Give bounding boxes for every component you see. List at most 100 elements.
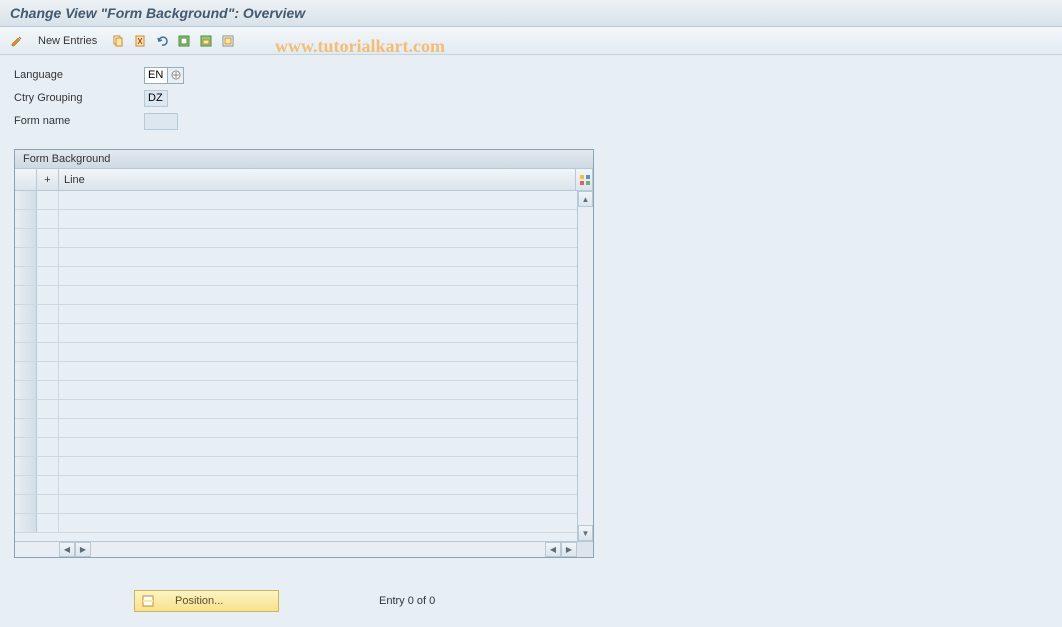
table-row[interactable]	[15, 438, 577, 457]
cell-plus[interactable]	[37, 495, 59, 513]
cell-line[interactable]	[59, 457, 577, 475]
cell-line[interactable]	[59, 191, 577, 209]
row-selector[interactable]	[15, 438, 37, 456]
cell-plus[interactable]	[37, 267, 59, 285]
scroll-left-icon[interactable]: ◀	[59, 542, 75, 557]
cell-plus[interactable]	[37, 400, 59, 418]
ctry-grouping-input	[144, 90, 168, 107]
cell-plus[interactable]	[37, 457, 59, 475]
table-row[interactable]	[15, 514, 577, 533]
cell-line[interactable]	[59, 362, 577, 380]
cell-line[interactable]	[59, 343, 577, 361]
scroll-up-icon[interactable]: ▲	[578, 191, 593, 207]
cell-line[interactable]	[59, 305, 577, 323]
cell-plus[interactable]	[37, 324, 59, 342]
delete-icon[interactable]	[131, 32, 149, 50]
row-selector[interactable]	[15, 324, 37, 342]
table-row[interactable]	[15, 476, 577, 495]
watermark-text: www.tutorialkart.com	[275, 36, 445, 57]
cell-line[interactable]	[59, 514, 577, 532]
table-row[interactable]	[15, 286, 577, 305]
row-selector[interactable]	[15, 381, 37, 399]
table-row[interactable]	[15, 362, 577, 381]
table-row[interactable]	[15, 343, 577, 362]
table-row[interactable]	[15, 229, 577, 248]
language-input[interactable]	[144, 67, 168, 84]
scroll-right-icon[interactable]: ▶	[561, 542, 577, 557]
table-header: + Line	[15, 169, 593, 191]
cell-plus[interactable]	[37, 305, 59, 323]
cell-line[interactable]	[59, 419, 577, 437]
cell-line[interactable]	[59, 210, 577, 228]
column-line[interactable]: Line	[59, 169, 593, 190]
cell-line[interactable]	[59, 476, 577, 494]
cell-plus[interactable]	[37, 476, 59, 494]
row-selector[interactable]	[15, 457, 37, 475]
table-row[interactable]	[15, 305, 577, 324]
row-selector[interactable]	[15, 229, 37, 247]
cell-line[interactable]	[59, 229, 577, 247]
table-row[interactable]	[15, 210, 577, 229]
new-entries-button[interactable]: New Entries	[30, 33, 105, 49]
cell-plus[interactable]	[37, 343, 59, 361]
row-selector[interactable]	[15, 495, 37, 513]
cell-plus[interactable]	[37, 514, 59, 532]
row-selector[interactable]	[15, 248, 37, 266]
cell-line[interactable]	[59, 495, 577, 513]
column-plus[interactable]: +	[37, 169, 59, 190]
undo-icon[interactable]	[153, 32, 171, 50]
row-selector[interactable]	[15, 267, 37, 285]
select-block-icon[interactable]	[197, 32, 215, 50]
table-row[interactable]	[15, 381, 577, 400]
cell-plus[interactable]	[37, 210, 59, 228]
cell-line[interactable]	[59, 324, 577, 342]
row-selector[interactable]	[15, 362, 37, 380]
cell-plus[interactable]	[37, 381, 59, 399]
column-selector[interactable]	[15, 169, 37, 190]
cell-line[interactable]	[59, 267, 577, 285]
toggle-display-change-icon[interactable]	[8, 32, 26, 50]
scroll-left2-icon[interactable]: ▶	[75, 542, 91, 557]
select-all-icon[interactable]	[175, 32, 193, 50]
ctry-grouping-label: Ctry Grouping	[14, 92, 144, 104]
cell-line[interactable]	[59, 248, 577, 266]
page-title: Change View "Form Background": Overview	[0, 0, 1062, 27]
row-selector[interactable]	[15, 343, 37, 361]
row-selector[interactable]	[15, 419, 37, 437]
horizontal-scrollbar[interactable]: ◀ ▶ ◀ ▶	[15, 541, 593, 557]
table-row[interactable]	[15, 419, 577, 438]
row-selector[interactable]	[15, 191, 37, 209]
row-selector[interactable]	[15, 286, 37, 304]
scroll-down-icon[interactable]: ▼	[578, 525, 593, 541]
table-row[interactable]	[15, 191, 577, 210]
cell-line[interactable]	[59, 438, 577, 456]
copy-icon[interactable]	[109, 32, 127, 50]
table-row[interactable]	[15, 495, 577, 514]
table-row[interactable]	[15, 457, 577, 476]
table-row[interactable]	[15, 267, 577, 286]
row-selector[interactable]	[15, 305, 37, 323]
deselect-all-icon[interactable]	[219, 32, 237, 50]
cell-plus[interactable]	[37, 286, 59, 304]
table-settings-icon[interactable]	[575, 169, 593, 191]
scroll-right2-icon[interactable]: ◀	[545, 542, 561, 557]
row-selector[interactable]	[15, 210, 37, 228]
cell-line[interactable]	[59, 286, 577, 304]
row-selector[interactable]	[15, 476, 37, 494]
cell-plus[interactable]	[37, 248, 59, 266]
table-row[interactable]	[15, 324, 577, 343]
cell-plus[interactable]	[37, 229, 59, 247]
cell-line[interactable]	[59, 381, 577, 399]
cell-plus[interactable]	[37, 419, 59, 437]
cell-line[interactable]	[59, 400, 577, 418]
vertical-scrollbar[interactable]: ▲ ▼	[577, 191, 593, 541]
cell-plus[interactable]	[37, 362, 59, 380]
position-button[interactable]: Position...	[134, 590, 279, 612]
table-row[interactable]	[15, 400, 577, 419]
row-selector[interactable]	[15, 400, 37, 418]
cell-plus[interactable]	[37, 191, 59, 209]
table-row[interactable]	[15, 248, 577, 267]
language-f4-help-icon[interactable]	[168, 67, 184, 84]
cell-plus[interactable]	[37, 438, 59, 456]
row-selector[interactable]	[15, 514, 37, 532]
